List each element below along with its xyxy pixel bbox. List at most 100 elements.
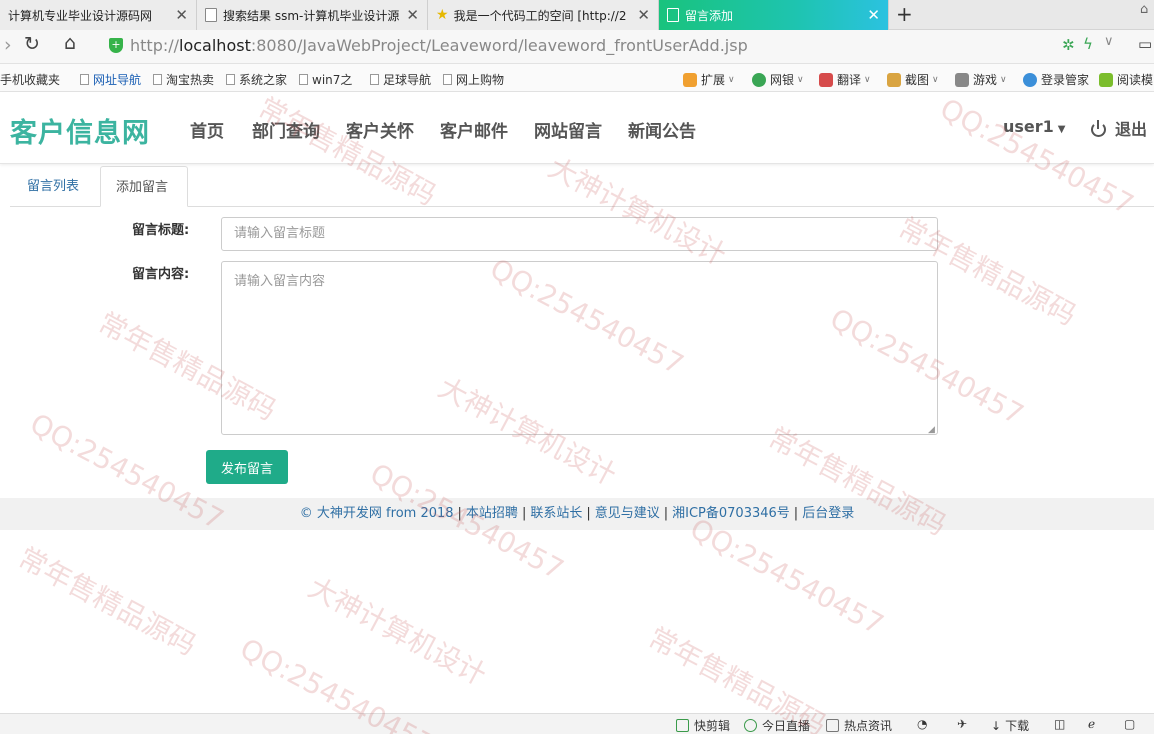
browser-tab[interactable]: 计算机专业毕业设计源码网 ✕: [0, 0, 197, 30]
new-tab-button[interactable]: +: [896, 2, 913, 26]
play-icon: [744, 719, 757, 732]
bookmark-item[interactable]: 系统之家: [226, 71, 287, 88]
ie-icon[interactable]: ℯ: [1088, 717, 1095, 731]
url-prefix: http://: [130, 36, 180, 55]
user-menu[interactable]: user1 ▼: [1003, 117, 1066, 136]
clock-icon[interactable]: ◔: [917, 717, 927, 731]
browser-status-bar: [0, 713, 1154, 734]
window-icon[interactable]: ▢: [1124, 717, 1135, 731]
footer-copyright[interactable]: © 大神开发网 from 2018: [300, 506, 454, 521]
search-icon: [1023, 72, 1037, 87]
close-icon[interactable]: ✕: [406, 6, 419, 24]
extension-label: 登录管家: [1041, 73, 1090, 87]
logout-button[interactable]: 退出: [1091, 116, 1147, 140]
layout-icon[interactable]: ◫: [1054, 717, 1065, 731]
status-label: 热点资讯: [844, 719, 893, 733]
resize-handle-icon[interactable]: ◢: [928, 425, 935, 435]
content-label: 留言内容:: [132, 267, 190, 282]
title-label: 留言标题:: [132, 223, 190, 238]
extension-item[interactable]: 阅读模: [1099, 71, 1153, 88]
nav-customer-care[interactable]: 客户关怀: [346, 117, 414, 142]
content-textarea[interactable]: 请输入留言内容: [221, 261, 938, 435]
window-icon[interactable]: ▭: [1138, 35, 1152, 53]
star-icon: ★: [436, 7, 449, 23]
home-icon[interactable]: ⌂: [64, 32, 76, 54]
refresh-status-icon[interactable]: ✲: [1062, 36, 1075, 54]
browser-tab[interactable]: ★ 我是一个代码工的空间 [http://2 ✕: [428, 0, 659, 30]
bookmark-item[interactable]: 手机收藏夹: [0, 71, 60, 88]
footer-link[interactable]: 联系站长: [530, 506, 582, 521]
forward-icon[interactable]: ›: [4, 34, 12, 56]
status-item[interactable]: ↓ 下载: [991, 717, 1029, 734]
status-label: 今日直播: [762, 719, 811, 733]
reload-icon[interactable]: ↻: [24, 33, 40, 55]
pin-icon[interactable]: ✈: [957, 717, 967, 731]
footer-link-admin[interactable]: 后台登录: [802, 506, 854, 521]
tab-message-list[interactable]: 留言列表: [12, 166, 94, 207]
page-icon: [370, 74, 379, 85]
footer-link[interactable]: 湘ICP备0703346号: [672, 506, 790, 521]
chevron-down-icon: ∨: [864, 74, 871, 85]
page-icon: [205, 8, 217, 22]
browser-tab[interactable]: 搜索结果 ssm-计算机毕业设计源 ✕: [197, 0, 428, 30]
bookmark-label: win7之: [312, 73, 353, 87]
game-icon: [955, 72, 969, 87]
bookmark-label: 足球导航: [383, 73, 432, 87]
extension-item[interactable]: 翻译 ∨: [819, 71, 871, 88]
extension-label: 翻译: [837, 73, 862, 87]
page-icon: [443, 74, 452, 85]
bookmark-label: 网上购物: [456, 73, 505, 87]
watermark-text: QQ:254540457: [684, 511, 890, 642]
bookmark-item[interactable]: 足球导航: [370, 71, 431, 88]
extension-item[interactable]: 登录管家: [1023, 71, 1089, 88]
nav-customer-mail[interactable]: 客户邮件: [440, 117, 508, 142]
tab-add-message[interactable]: 添加留言: [100, 166, 188, 207]
browser-tab-active[interactable]: 留言添加 ✕: [659, 0, 889, 30]
extension-label: 游戏: [973, 73, 998, 87]
clip-icon: [676, 719, 689, 732]
extension-item[interactable]: 截图 ∨: [887, 71, 939, 88]
status-label: 快剪辑: [694, 719, 731, 733]
window-menu-icon[interactable]: ⌂: [1140, 2, 1148, 17]
username: user1: [1003, 117, 1054, 136]
chevron-down-icon: ∨: [797, 74, 804, 85]
close-icon[interactable]: ✕: [867, 6, 880, 24]
status-item[interactable]: 今日直播: [744, 717, 810, 734]
extension-label: 阅读模: [1117, 73, 1154, 87]
page-icon: [153, 74, 162, 85]
page-icon: [299, 74, 308, 85]
extension-item[interactable]: 扩展 ∨: [683, 71, 735, 88]
bookmark-label: 系统之家: [239, 73, 288, 87]
page-icon: [226, 74, 235, 85]
bookmark-item[interactable]: 网上购物: [443, 71, 504, 88]
close-icon[interactable]: ✕: [637, 6, 650, 24]
close-icon[interactable]: ✕: [175, 6, 188, 24]
url-field[interactable]: http://localhost:8080/JavaWebProject/Lea…: [130, 36, 748, 55]
caret-down-icon: ▼: [1057, 124, 1066, 135]
footer-link[interactable]: 本站招聘: [466, 506, 518, 521]
extension-item[interactable]: 游戏 ∨: [955, 71, 1007, 88]
watermark-text: 大神计算机设计: [303, 570, 492, 692]
nav-home[interactable]: 首页: [190, 117, 224, 142]
lightning-icon[interactable]: ϟ: [1083, 35, 1093, 53]
translate-icon: [819, 72, 833, 87]
chevron-down-icon[interactable]: ∨: [1104, 34, 1114, 49]
nav-department-query[interactable]: 部门查询: [252, 117, 320, 142]
extension-item[interactable]: 网银 ∨: [752, 71, 804, 88]
nav-news[interactable]: 新闻公告: [628, 117, 696, 142]
nav-site-messages[interactable]: 网站留言: [534, 117, 602, 142]
extensions-icon: [683, 72, 697, 87]
reader-icon: [1099, 72, 1113, 87]
submit-message-button[interactable]: 发布留言: [206, 450, 288, 484]
site-logo[interactable]: 客户信息网: [10, 111, 150, 150]
bookmark-item[interactable]: win7之: [299, 71, 352, 88]
footer-link[interactable]: 意见与建议: [595, 506, 660, 521]
status-item[interactable]: 热点资讯: [826, 717, 892, 734]
title-input[interactable]: 请输入留言标题: [221, 217, 938, 251]
extension-label: 截图: [905, 73, 930, 87]
power-icon: [1091, 120, 1106, 137]
status-item[interactable]: 快剪辑: [676, 717, 730, 734]
bookmark-item[interactable]: 网址导航: [80, 71, 141, 88]
screenshot-icon: [887, 72, 901, 87]
bookmark-item[interactable]: 淘宝热卖: [153, 71, 214, 88]
